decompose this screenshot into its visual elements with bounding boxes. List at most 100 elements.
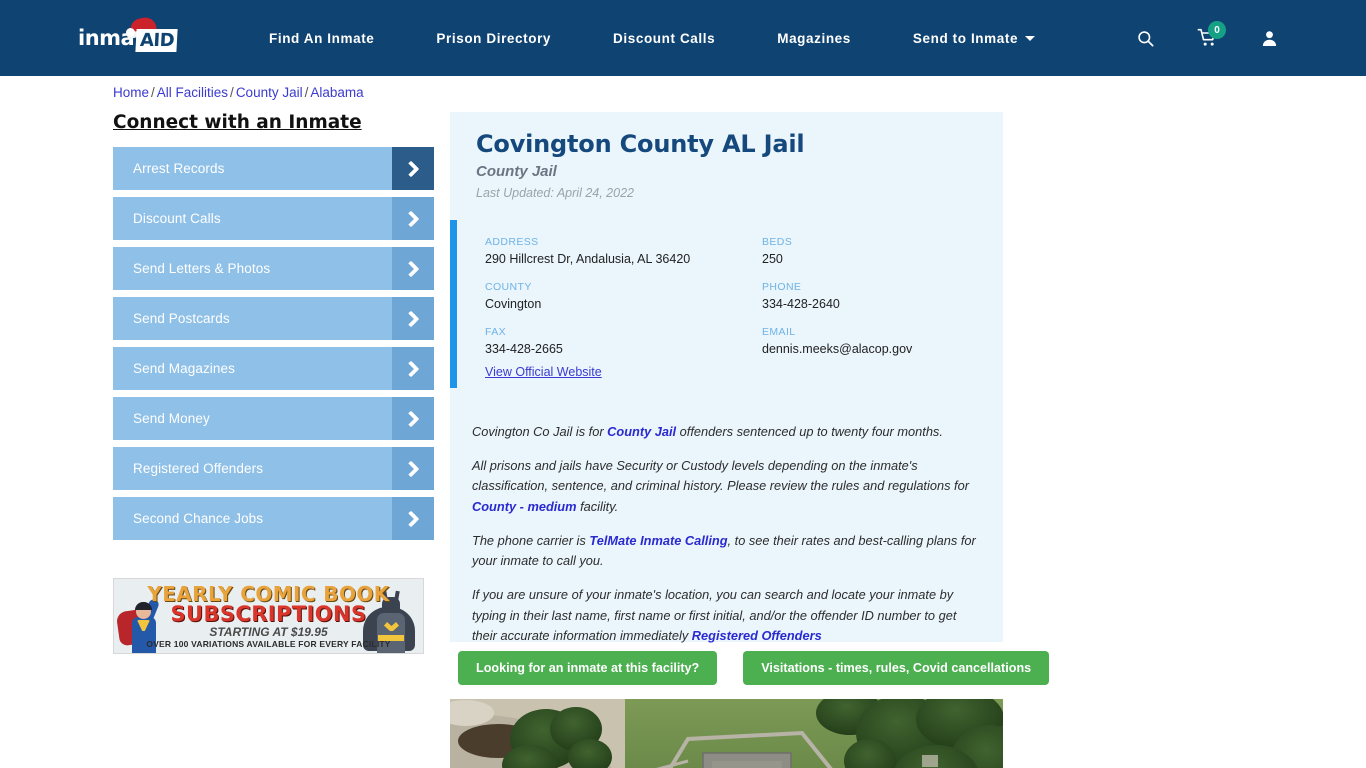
chevron-right-icon — [392, 497, 434, 540]
breadcrumb: Home / All Facilities / County Jail / Alabama — [113, 85, 364, 100]
search-button[interactable] — [1126, 19, 1164, 57]
search-icon — [1137, 30, 1153, 46]
info-value: 334-428-2665 — [485, 342, 563, 356]
sidebar-item-label: Registered Offenders — [133, 461, 264, 476]
view-official-website-link[interactable]: View Official Website — [485, 365, 602, 379]
sidebar-item-send-money[interactable]: Send Money — [113, 397, 434, 440]
breadcrumb-separator: / — [151, 85, 155, 100]
chevron-right-icon — [392, 297, 434, 340]
chevron-right-icon — [392, 447, 434, 490]
facility-type: County Jail — [476, 163, 557, 180]
link-registered-offenders[interactable]: Registered Offenders — [692, 628, 822, 643]
info-label: PHONE — [762, 281, 802, 293]
ad-price-line: STARTING AT $19.95 — [209, 625, 328, 639]
sidebar-item-label: Discount Calls — [133, 211, 221, 226]
info-value: 334-428-2640 — [762, 297, 840, 311]
user-icon — [1262, 30, 1276, 46]
breadcrumb-item-county-jail[interactable]: County Jail — [236, 85, 303, 100]
sidebar-title: Connect with an Inmate — [113, 112, 362, 133]
sidebar: Connect with an Inmate Arrest Records Di… — [113, 112, 434, 547]
info-field-beds: BEDS 250 — [762, 236, 1003, 266]
cart-button[interactable]: 0 — [1188, 19, 1226, 57]
link-telmate-inmate-calling[interactable]: TelMate Inmate Calling — [589, 533, 727, 548]
comic-book-ad-banner[interactable]: YEARLY COMIC BOOK SUBSCRIPTIONS STARTING… — [113, 578, 424, 654]
sidebar-item-second-chance-jobs[interactable]: Second Chance Jobs — [113, 497, 434, 540]
page-title: Covington County AL Jail — [476, 130, 805, 158]
info-label: BEDS — [762, 236, 793, 248]
facility-detail-card: Covington County AL Jail County Jail Las… — [450, 112, 1003, 643]
info-field-email: EMAIL dennis.meeks@alacop.gov — [762, 326, 1003, 356]
link-county-medium[interactable]: County - medium — [472, 499, 577, 514]
desc-p2-text-b: facility. — [576, 498, 619, 514]
nav-item-send-to-inmate-label: Send to Inmate — [912, 30, 1019, 46]
info-value: Covington — [485, 297, 542, 311]
description-paragraph-1: Covington Co Jail is for County Jail off… — [472, 422, 982, 442]
sidebar-item-arrest-records[interactable]: Arrest Records — [113, 147, 434, 190]
breadcrumb-item-alabama[interactable]: Alabama — [310, 85, 363, 100]
facility-aerial-photo — [450, 699, 1003, 768]
info-value: dennis.meeks@alacop.gov — [762, 342, 913, 356]
chevron-right-icon — [392, 247, 434, 290]
nav-links: Find An Inmate Prison Directory Discount… — [269, 30, 1036, 46]
sidebar-item-label: Send Magazines — [133, 361, 235, 376]
chevron-right-icon — [392, 147, 434, 190]
info-value: 250 — [762, 252, 783, 266]
breadcrumb-separator: / — [304, 85, 309, 100]
action-button-row: Looking for an inmate at this facility? … — [458, 651, 1050, 685]
aerial-photo-graphic — [450, 699, 1003, 768]
visitations-button[interactable]: Visitations - times, rules, Covid cancel… — [743, 651, 1050, 685]
chevron-right-icon — [392, 197, 434, 240]
description-paragraph-2: All prisons and jails have Security or C… — [472, 456, 982, 517]
sidebar-item-label: Send Letters & Photos — [133, 261, 271, 276]
ad-subtext-line: OVER 100 VARIATIONS AVAILABLE FOR EVERY … — [146, 639, 391, 649]
sidebar-item-discount-calls[interactable]: Discount Calls — [113, 197, 434, 240]
logo-badge: AID — [135, 29, 178, 52]
nav-item-find-an-inmate[interactable]: Find An Inmate — [269, 31, 374, 46]
sidebar-item-label: Send Postcards — [133, 311, 230, 326]
nav-item-discount-calls[interactable]: Discount Calls — [613, 31, 715, 46]
top-navbar: inmate AID Find An Inmate Prison Directo… — [0, 0, 1366, 76]
desc-p1-text-a: Covington Co Jail is for — [472, 424, 608, 439]
nav-icon-group: 0 — [1126, 0, 1366, 76]
chevron-right-icon — [392, 347, 434, 390]
info-field-fax: FAX 334-428-2665 — [485, 326, 762, 356]
link-county-jail[interactable]: County Jail — [607, 424, 676, 439]
breadcrumb-item-home[interactable]: Home — [113, 85, 149, 100]
sidebar-item-label: Send Money — [133, 411, 210, 426]
chevron-down-icon — [1025, 35, 1036, 41]
sidebar-item-label: Second Chance Jobs — [133, 511, 264, 526]
sidebar-item-send-letters-photos[interactable]: Send Letters & Photos — [113, 247, 434, 290]
info-field-county: COUNTY Covington — [485, 281, 762, 311]
breadcrumb-separator: / — [230, 85, 234, 100]
nav-item-send-to-inmate[interactable]: Send to Inmate — [912, 30, 1036, 46]
info-label: COUNTY — [485, 281, 532, 293]
desc-p2-text-a: All prisons and jails have Security or C… — [472, 458, 969, 494]
nav-item-magazines[interactable]: Magazines — [777, 31, 851, 46]
cart-count-badge: 0 — [1208, 21, 1226, 39]
info-label: ADDRESS — [485, 236, 539, 248]
ad-headline-line2: SUBSCRIPTIONS — [170, 602, 367, 626]
account-button[interactable] — [1250, 19, 1288, 57]
nav-item-prison-directory[interactable]: Prison Directory — [436, 31, 551, 46]
facility-header: Covington County AL Jail County Jail Las… — [450, 112, 1003, 200]
description-paragraph-4: If you are unsure of your inmate's locat… — [472, 585, 982, 646]
sidebar-item-registered-offenders[interactable]: Registered Offenders — [113, 447, 434, 490]
info-field-phone: PHONE 334-428-2640 — [762, 281, 1003, 311]
facility-info-block: ADDRESS 290 Hillcrest Dr, Andalusia, AL … — [450, 220, 1003, 388]
last-updated-text: Last Updated: April 24, 2022 — [476, 186, 634, 200]
sidebar-item-send-postcards[interactable]: Send Postcards — [113, 297, 434, 340]
inmate-search-button[interactable]: Looking for an inmate at this facility? — [458, 651, 718, 685]
desc-p1-text-b: offenders sentenced up to twenty four mo… — [676, 424, 943, 439]
info-label: EMAIL — [762, 326, 796, 338]
info-field-address: ADDRESS 290 Hillcrest Dr, Andalusia, AL … — [485, 236, 762, 266]
info-label: FAX — [485, 326, 507, 338]
sidebar-item-send-magazines[interactable]: Send Magazines — [113, 347, 434, 390]
info-value: 290 Hillcrest Dr, Andalusia, AL 36420 — [485, 252, 691, 266]
breadcrumb-item-all-facilities[interactable]: All Facilities — [157, 85, 228, 100]
description-paragraph-3: The phone carrier is TelMate Inmate Call… — [472, 531, 982, 571]
facility-description: Covington Co Jail is for County Jail off… — [472, 422, 982, 660]
santa-hat-pom-icon — [126, 28, 135, 37]
sidebar-item-label: Arrest Records — [133, 161, 225, 176]
site-logo[interactable]: inmate AID — [78, 15, 188, 58]
desc-p3-text-a: The phone carrier is — [472, 532, 590, 548]
